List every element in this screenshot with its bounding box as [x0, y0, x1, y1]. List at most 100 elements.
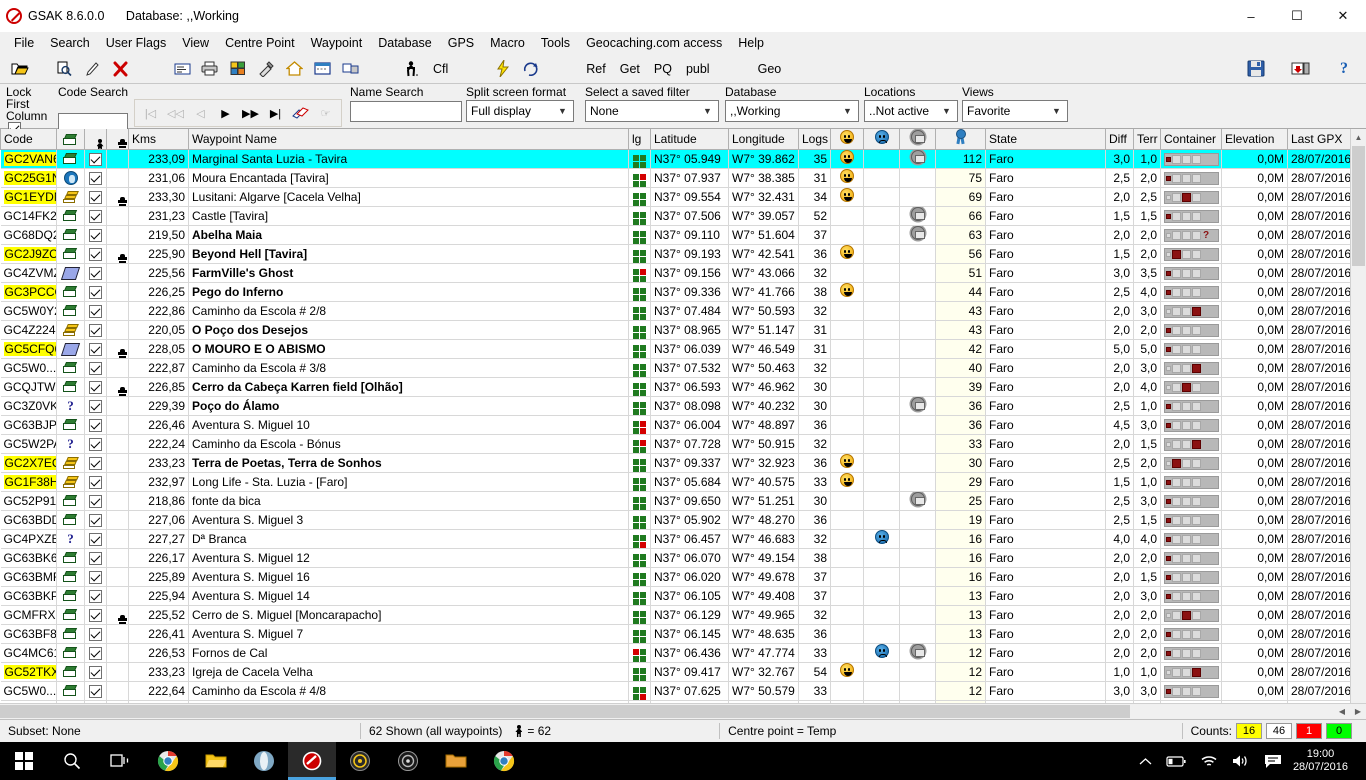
cache-type-mystery-icon[interactable]: ? [64, 437, 77, 451]
show-hidden-icon[interactable] [1132, 757, 1159, 766]
chrome-icon[interactable] [144, 742, 192, 780]
pq-button[interactable]: PQ [647, 56, 679, 82]
file-explorer-icon[interactable] [192, 742, 240, 780]
cell-found-checkbox[interactable] [85, 662, 107, 681]
table-row[interactable]: GC4PXZB?227,27Dª BrancaN37° 06.457W7° 46… [1, 529, 1366, 548]
table-row[interactable]: GC1EYDM233,30Lusitani: Algarve [Cacela V… [1, 187, 1366, 206]
cell-cache-type[interactable] [57, 244, 85, 263]
cache-type-traditional-icon[interactable] [63, 647, 78, 659]
table-row[interactable]: GC25G1N231,06Moura Encantada [Tavira]N37… [1, 168, 1366, 187]
cfl-button[interactable]: Cfl [426, 56, 455, 82]
cell-found-checkbox[interactable] [85, 510, 107, 529]
tools-icon[interactable] [252, 56, 280, 82]
cell-cache-type[interactable] [57, 282, 85, 301]
views-select[interactable]: Favorite ▼ [962, 100, 1068, 122]
found-checkbox[interactable] [89, 210, 102, 223]
found-checkbox[interactable] [89, 286, 102, 299]
cell-cache-type[interactable] [57, 662, 85, 681]
cache-type-traditional-icon[interactable] [63, 552, 78, 564]
cell-cache-type[interactable] [57, 510, 85, 529]
menu-file[interactable]: File [6, 34, 42, 52]
column-header-name[interactable]: Waypoint Name [189, 129, 629, 149]
cell-found-checkbox[interactable] [85, 377, 107, 396]
cell-found-checkbox[interactable] [85, 415, 107, 434]
found-checkbox[interactable] [89, 571, 102, 584]
locations-select[interactable]: ..Not active ▼ [864, 100, 958, 122]
cell-cache-type[interactable] [57, 605, 85, 624]
horizontal-scrollbar[interactable]: ◀ ▶ [0, 703, 1366, 719]
cell-found-checkbox[interactable] [85, 168, 107, 187]
name-search-input[interactable] [350, 101, 462, 122]
found-checkbox[interactable] [89, 248, 102, 261]
cache-type-multi-icon[interactable] [63, 191, 79, 204]
first-record-button[interactable]: |◁ [138, 102, 163, 124]
cache-type-letterbox-icon[interactable] [63, 343, 78, 356]
table-row[interactable]: GC4MC61226,53Fornos de CalN37° 06.436W7°… [1, 643, 1366, 662]
cache-type-traditional-icon[interactable] [63, 362, 78, 374]
column-header-lg[interactable]: lg [629, 129, 651, 149]
cache-type-mystery-icon[interactable]: ? [64, 532, 77, 546]
table-row[interactable]: GC1F38H232,97Long Life - Sta. Luzia - [F… [1, 472, 1366, 491]
cell-found-checkbox[interactable] [85, 206, 107, 225]
cache-type-traditional-icon[interactable] [63, 571, 78, 583]
table-row[interactable]: GC52P91218,86fonte da bicaN37° 09.650W7°… [1, 491, 1366, 510]
search-icon[interactable] [48, 742, 96, 780]
cell-cache-type[interactable] [57, 301, 85, 320]
cache-type-traditional-icon[interactable] [63, 685, 78, 697]
cell-found-checkbox[interactable] [85, 624, 107, 643]
cell-found-checkbox[interactable] [85, 358, 107, 377]
last-record-button[interactable]: ▶| [263, 102, 288, 124]
menu-tools[interactable]: Tools [533, 34, 578, 52]
minimize-button[interactable]: – [1228, 0, 1274, 32]
found-checkbox[interactable] [89, 324, 102, 337]
books-icon[interactable] [288, 102, 313, 124]
cell-cache-type[interactable]: ? [57, 434, 85, 453]
cache-type-multi-icon[interactable] [63, 457, 79, 470]
window-icon[interactable] [308, 56, 336, 82]
cell-found-checkbox[interactable] [85, 244, 107, 263]
database-select[interactable]: ,,Working ▼ [725, 100, 859, 122]
pointer-hand-icon[interactable]: ☞ [313, 102, 338, 124]
scroll-left-button[interactable]: ◀ [1334, 704, 1350, 719]
cell-cache-type[interactable] [57, 567, 85, 586]
maximize-button[interactable]: ☐ [1274, 0, 1320, 32]
cell-cache-type[interactable] [57, 415, 85, 434]
cell-cache-type[interactable] [57, 168, 85, 187]
geo-button[interactable]: Geo [751, 56, 789, 82]
table-row[interactable]: GC52TKX233,23Igreja de Cacela VelhaN37° … [1, 662, 1366, 681]
menu-user-flags[interactable]: User Flags [98, 34, 174, 52]
menu-help[interactable]: Help [730, 34, 772, 52]
menu-centre-point[interactable]: Centre Point [217, 34, 302, 52]
cache-type-traditional-icon[interactable] [63, 381, 78, 393]
cell-cache-type[interactable]: ? [57, 529, 85, 548]
found-checkbox[interactable] [89, 552, 102, 565]
cell-cache-type[interactable] [57, 263, 85, 282]
column-header-lat[interactable]: Latitude [651, 129, 729, 149]
menu-macro[interactable]: Macro [482, 34, 533, 52]
cache-type-traditional-icon[interactable] [63, 495, 78, 507]
column-header-state[interactable]: State [986, 129, 1106, 149]
table-row[interactable]: GC5W0Y2222,86Caminho da Escola # 2/8N37°… [1, 301, 1366, 320]
cell-found-checkbox[interactable] [85, 434, 107, 453]
cell-cache-type[interactable] [57, 377, 85, 396]
table-row[interactable]: GC63BF8226,41Aventura S. Miguel 7N37° 06… [1, 624, 1366, 643]
menu-gps[interactable]: GPS [440, 34, 482, 52]
cell-found-checkbox[interactable] [85, 643, 107, 662]
table-row[interactable]: GC2VAN6233,09Marginal Santa Luzia - Tavi… [1, 149, 1366, 168]
cache-type-traditional-icon[interactable] [63, 210, 78, 222]
found-checkbox[interactable] [89, 267, 102, 280]
found-checkbox[interactable] [89, 381, 102, 394]
prev-page-button[interactable]: ◁◁ [163, 102, 188, 124]
cell-cache-type[interactable] [57, 339, 85, 358]
cell-cache-type[interactable] [57, 187, 85, 206]
table-row[interactable]: GC63BKP225,94Aventura S. Miguel 14N37° 0… [1, 586, 1366, 605]
cell-found-checkbox[interactable] [85, 396, 107, 415]
help-icon[interactable]: ? [1330, 56, 1358, 82]
scroll-up-button[interactable]: ▲ [1351, 129, 1366, 145]
found-checkbox[interactable] [89, 666, 102, 679]
found-checkbox[interactable] [89, 476, 102, 489]
home-icon[interactable] [280, 56, 308, 82]
printer-icon[interactable] [196, 56, 224, 82]
found-checkbox[interactable] [89, 191, 102, 204]
cache-type-earthcache-icon[interactable] [64, 171, 78, 185]
